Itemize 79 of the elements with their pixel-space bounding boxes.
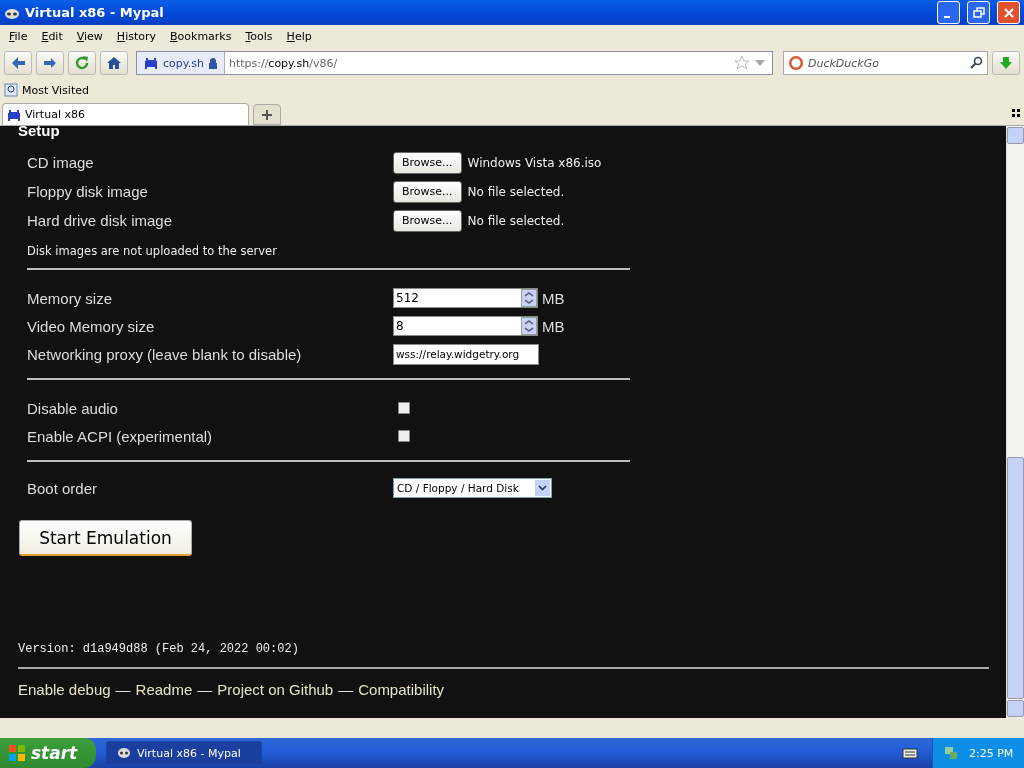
plus-icon — [262, 109, 272, 120]
forward-button[interactable] — [36, 51, 64, 75]
restore-icon — [972, 6, 985, 19]
file-status: Windows Vista x86.iso — [467, 155, 602, 170]
menu-item[interactable]: Help — [279, 27, 319, 45]
boot-order-select[interactable]: CD / Floppy / Hard Disk — [393, 478, 552, 498]
grip-icon — [1012, 109, 1020, 117]
checkbox[interactable] — [398, 402, 410, 414]
url-text: https://copy.sh/v86/ — [227, 56, 339, 70]
scrollbar[interactable] — [1006, 126, 1024, 718]
separator-text: — — [115, 681, 131, 698]
site-identity[interactable]: copy.sh — [137, 52, 225, 74]
number-field[interactable]: 512 — [393, 288, 538, 308]
bookmark-item[interactable]: Most Visited — [4, 83, 89, 97]
footer-link[interactable]: Compatibility — [358, 681, 445, 698]
separator-text: — — [338, 681, 354, 698]
unit-label: MB — [542, 317, 565, 335]
unit-label: MB — [542, 289, 565, 307]
reload-button[interactable] — [68, 51, 96, 75]
browser-tab[interactable]: Virtual x86 — [2, 103, 249, 125]
section-heading: Setup — [18, 126, 61, 140]
spinner-icon[interactable] — [521, 289, 537, 307]
forward-arrow-icon — [43, 57, 57, 69]
minimize-icon — [943, 15, 950, 18]
separator-text: — — [197, 681, 213, 698]
spinner-icon[interactable] — [521, 317, 537, 335]
download-arrow-icon — [999, 56, 1013, 70]
taskbar-item[interactable]: Virtual x86 - Mypal — [106, 741, 262, 765]
field-label: Floppy disk image — [27, 183, 149, 200]
download-button[interactable] — [992, 51, 1020, 75]
proxy-field[interactable]: wss://relay.widgetry.org — [393, 343, 539, 365]
lock-icon — [207, 57, 218, 69]
clock: 2:25 PM — [969, 746, 1014, 760]
browse-button[interactable]: Browse... — [393, 209, 462, 232]
footer-link[interactable]: Project on Github — [217, 681, 334, 698]
window-title: Virtual x86 - Mypal — [25, 5, 165, 20]
star-icon[interactable] — [734, 55, 750, 71]
back-arrow-icon — [10, 56, 26, 70]
start-menu-button[interactable]: start — [0, 738, 96, 768]
site-icon — [143, 55, 159, 71]
checkbox[interactable] — [398, 430, 410, 442]
close-icon — [1002, 6, 1015, 19]
field-label: Disable audio — [27, 399, 119, 417]
field-label: Boot order — [27, 479, 99, 497]
field-label: CD image — [27, 154, 95, 171]
keyboard-icon[interactable] — [902, 747, 918, 759]
field-label: Hard drive disk image — [27, 212, 174, 229]
number-field[interactable]: 8 — [393, 316, 538, 336]
search-icon[interactable] — [969, 56, 983, 70]
new-tab-button[interactable] — [253, 104, 281, 125]
menu-item[interactable]: View — [69, 27, 110, 45]
version-text: Version: d1a949d88 (Feb 24, 2022 00:02) — [18, 642, 300, 656]
restore-button[interactable] — [967, 1, 990, 24]
close-button[interactable] — [997, 1, 1020, 24]
minimize-button[interactable] — [937, 1, 960, 24]
menu-item[interactable]: Bookmarks — [163, 27, 239, 45]
field-label: Networking proxy (leave blank to disable) — [27, 345, 303, 363]
footer-link[interactable]: Readme — [135, 681, 193, 698]
file-status: No file selected. — [467, 184, 565, 199]
note-text: Disk images are not uploaded to the server — [27, 244, 278, 258]
field-label: Memory size — [27, 289, 113, 307]
field-label: Enable ACPI (experimental) — [27, 427, 214, 445]
menu-item[interactable]: Edit — [34, 27, 70, 45]
menu-item[interactable]: File — [2, 27, 35, 45]
browse-button[interactable]: Browse... — [393, 180, 462, 203]
menu-item[interactable]: History — [109, 27, 163, 45]
footer-link[interactable]: Enable debug — [18, 681, 111, 698]
address-bar[interactable]: copy.sh https://copy.sh/v86/ — [136, 51, 773, 75]
windows-logo-icon — [8, 744, 26, 762]
browse-button[interactable]: Browse... — [393, 151, 462, 174]
back-button[interactable] — [4, 51, 32, 75]
home-icon — [106, 56, 122, 70]
start-button[interactable]: Start Emulation — [19, 520, 192, 556]
file-status: No file selected. — [467, 213, 565, 228]
menu-item[interactable]: Tools — [238, 27, 280, 45]
home-button[interactable] — [100, 51, 128, 75]
reload-icon — [74, 55, 90, 71]
search-field[interactable]: DuckDuckGo — [783, 51, 988, 75]
field-label: Video Memory size — [27, 317, 156, 335]
